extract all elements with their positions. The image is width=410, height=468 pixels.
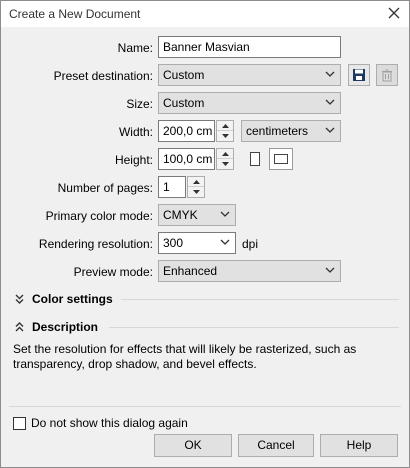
- width-stepper[interactable]: [216, 120, 234, 142]
- preview-label: Preview mode:: [73, 265, 153, 279]
- landscape-orientation-button[interactable]: [269, 148, 293, 170]
- width-increase[interactable]: [217, 121, 233, 131]
- color-mode-select[interactable]: CMYK: [158, 204, 236, 226]
- name-label: Name:: [117, 41, 153, 55]
- portrait-orientation-button[interactable]: [244, 148, 266, 170]
- divider: [9, 406, 401, 407]
- caret-down-icon: [221, 134, 229, 138]
- caret-down-icon: [192, 190, 200, 194]
- chevron-down-icon: [325, 127, 335, 133]
- caret-up-icon: [221, 123, 229, 128]
- color-settings-label: Color settings: [32, 292, 113, 306]
- preview-select[interactable]: Enhanced: [158, 260, 341, 282]
- resolution-label: Rendering resolution:: [38, 237, 153, 251]
- window-title: Create a New Document: [9, 7, 141, 21]
- portrait-icon: [250, 152, 260, 166]
- width-input[interactable]: 200,0 cm: [158, 120, 215, 142]
- description-toggle[interactable]: Description: [15, 319, 98, 335]
- height-label: Height:: [114, 153, 153, 167]
- close-icon: [388, 7, 400, 19]
- landscape-icon: [274, 154, 288, 164]
- pages-decrease[interactable]: [188, 187, 204, 197]
- size-value: Custom: [163, 96, 205, 110]
- resolution-unit: dpi: [242, 237, 259, 251]
- width-decrease[interactable]: [217, 131, 233, 141]
- color-mode-value: CMYK: [163, 208, 198, 222]
- divider: [109, 327, 399, 328]
- height-increase[interactable]: [217, 149, 233, 159]
- height-input[interactable]: 100,0 cm: [158, 148, 215, 170]
- pages-input[interactable]: 1: [158, 176, 186, 198]
- units-select[interactable]: centimeters: [241, 120, 341, 142]
- name-input[interactable]: Banner Masvian: [158, 36, 341, 58]
- chevron-down-icon: [220, 239, 230, 245]
- double-chevron-up-icon: [15, 322, 24, 332]
- preview-value: Enhanced: [163, 264, 218, 278]
- ok-button[interactable]: OK: [154, 434, 232, 457]
- pages-stepper[interactable]: [187, 176, 205, 198]
- size-select[interactable]: Custom: [158, 92, 341, 114]
- units-value: centimeters: [246, 124, 309, 138]
- save-preset-button[interactable]: [348, 64, 370, 86]
- caret-up-icon: [192, 179, 200, 184]
- preset-label: Preset destination:: [53, 69, 153, 83]
- close-button[interactable]: [385, 4, 403, 22]
- do-not-show-checkbox-row[interactable]: Do not show this dialog again: [13, 416, 188, 430]
- caret-down-icon: [221, 162, 229, 166]
- do-not-show-checkbox[interactable]: [13, 416, 26, 430]
- preset-value: Custom: [163, 68, 205, 82]
- chevron-down-icon: [325, 267, 335, 273]
- resolution-value: 300: [163, 236, 184, 250]
- save-icon: [353, 69, 365, 81]
- delete-preset-button[interactable]: [376, 64, 398, 86]
- chevron-down-icon: [325, 71, 335, 77]
- caret-up-icon: [221, 151, 229, 156]
- description-label: Description: [32, 320, 99, 334]
- pages-label: Number of pages:: [57, 181, 153, 195]
- cancel-button[interactable]: Cancel: [238, 434, 314, 457]
- double-chevron-down-icon: [15, 294, 24, 304]
- description-text: Set the resolution for effects that will…: [13, 342, 357, 371]
- height-decrease[interactable]: [217, 159, 233, 169]
- divider: [121, 299, 399, 300]
- preset-select[interactable]: Custom: [158, 64, 341, 86]
- resolution-combobox[interactable]: 300: [158, 232, 236, 254]
- help-button[interactable]: Help: [320, 434, 398, 457]
- height-stepper[interactable]: [216, 148, 234, 170]
- color-mode-label: Primary color mode:: [45, 209, 153, 223]
- chevron-down-icon: [325, 99, 335, 105]
- width-label: Width:: [118, 125, 153, 139]
- chevron-down-icon: [220, 211, 230, 217]
- color-settings-toggle[interactable]: Color settings: [15, 291, 113, 307]
- do-not-show-label: Do not show this dialog again: [31, 416, 188, 430]
- size-label: Size:: [126, 97, 153, 111]
- new-document-dialog: Create a New Document Name: Banner Masvi…: [0, 0, 410, 468]
- title-bar: Create a New Document: [1, 1, 409, 27]
- trash-icon: [382, 69, 392, 81]
- pages-increase[interactable]: [188, 177, 204, 187]
